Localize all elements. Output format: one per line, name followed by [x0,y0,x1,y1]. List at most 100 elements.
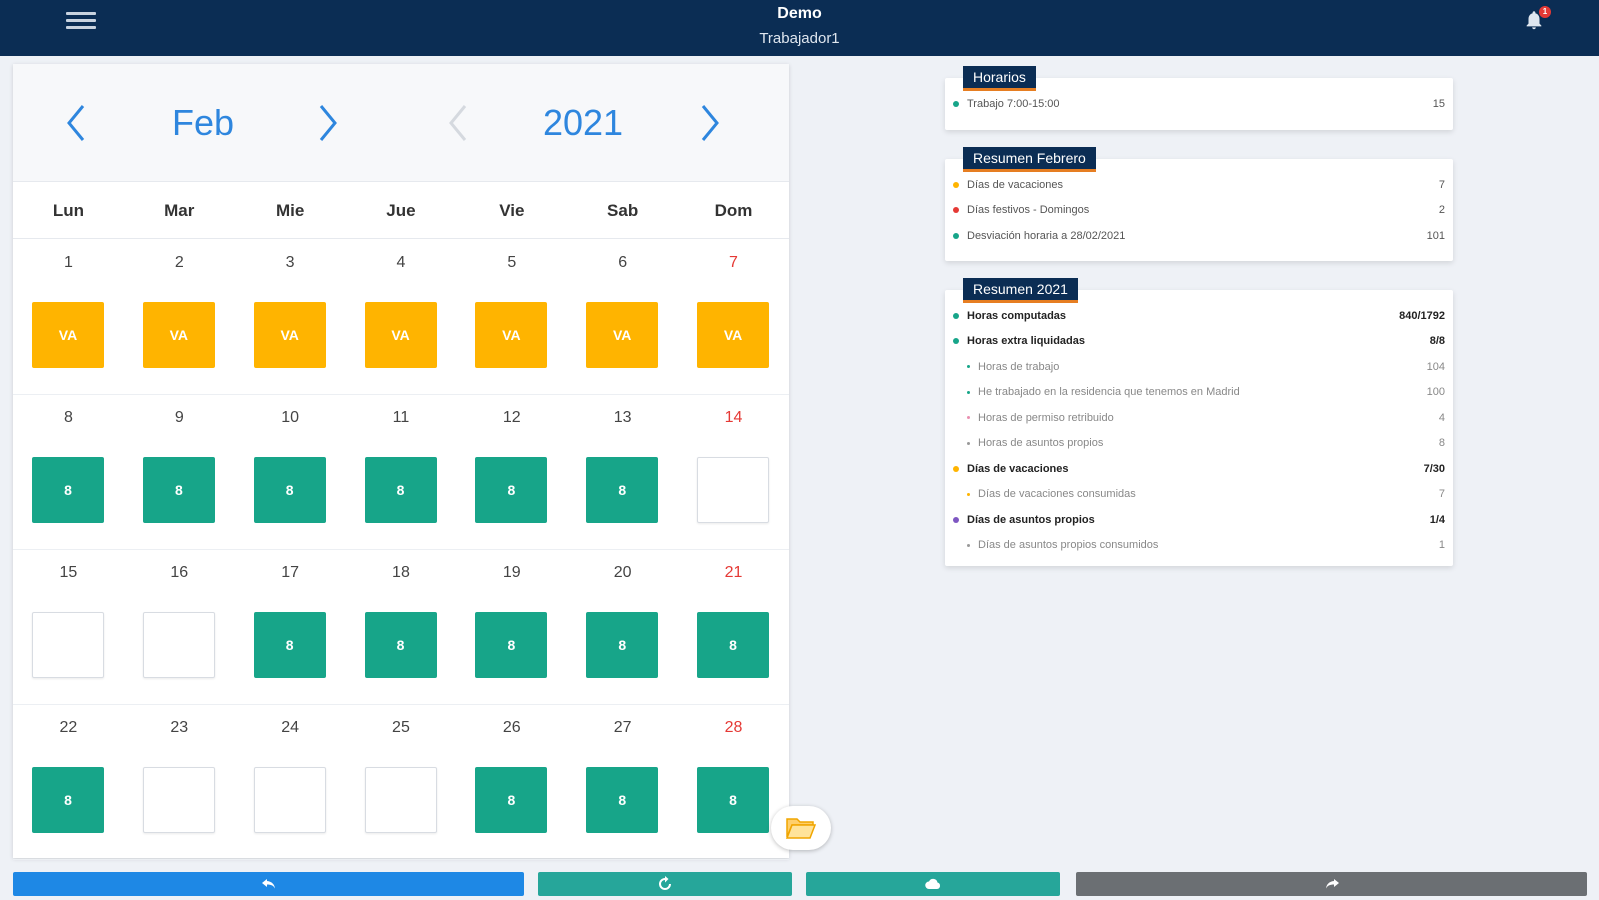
day-status-box[interactable]: 8 [364,612,437,678]
back-button[interactable] [13,872,524,896]
calendar-day[interactable]: 24 [235,705,346,859]
undo-arrow-icon [261,879,275,889]
next-year-button[interactable] [695,100,725,146]
calendar-day[interactable]: 15 [13,550,124,704]
day-status-box[interactable]: VA [142,302,215,368]
day-number: 2 [174,254,184,271]
summary-value: 840/1792 [1399,309,1445,322]
day-number: 6 [618,254,628,271]
day-status-box[interactable] [697,457,770,523]
summary-label: Desviación horaria a 28/02/2021 [967,229,1126,242]
calendar-day[interactable]: 13 8 [567,395,678,549]
day-status-box[interactable] [32,612,104,678]
calendar-week: 22 8 23 24 25 26 8 27 8 28 8 [13,705,789,860]
day-status-box[interactable]: 8 [586,612,659,678]
next-month-button[interactable] [313,100,343,146]
weekday-label: Vie [499,201,525,220]
weekday-label: Mie [275,201,305,220]
calendar-day[interactable]: 14 [678,395,789,549]
top-bar: Demo Trabajador1 1 [0,0,1599,56]
calendar-day[interactable]: 1 VA [13,240,124,394]
calendar-day[interactable]: 4 VA [346,240,457,394]
calendar-day[interactable]: 12 8 [456,395,567,549]
calendar-day[interactable]: 2 VA [124,240,235,394]
forward-button[interactable] [1076,872,1587,896]
calendar-day[interactable]: 22 8 [13,705,124,859]
day-status-box[interactable]: 8 [586,767,659,833]
bell-icon[interactable]: 1 [1523,6,1551,33]
user-name: Trabajador1 [759,30,840,47]
calendar-day[interactable]: 21 8 [678,550,789,704]
bullet-dot-icon [953,338,959,345]
day-status-box[interactable] [364,767,437,833]
day-status-box[interactable]: 8 [364,457,437,523]
bullet-dot-icon [953,516,959,523]
calendar-day[interactable]: 27 8 [567,705,678,859]
day-status-box[interactable]: 8 [475,457,548,523]
calendar-day[interactable]: 5 VA [456,240,567,394]
calendar-day[interactable]: 18 8 [346,550,457,704]
calendar-day[interactable]: 7 VA [678,240,789,394]
upload-button[interactable] [806,872,1060,896]
action-bar [13,872,1587,896]
day-status-box[interactable]: VA [32,302,104,368]
year-label: 2021 [542,102,624,143]
summary-label: Días festivos - Domingos [967,204,1090,217]
bullet-dot-icon [953,465,959,472]
day-status-box[interactable]: 8 [475,767,548,833]
month-label: Feb [171,102,235,143]
calendar-day[interactable]: 20 8 [567,550,678,704]
day-status-box[interactable]: VA [475,302,548,368]
day-status-box[interactable]: 8 [253,457,326,523]
day-status-box[interactable]: 8 [142,457,215,523]
refresh-icon [659,876,671,890]
calendar-day[interactable]: 88 [13,395,124,549]
day-number: 8 [63,409,73,426]
calendar-day[interactable]: 98 [124,395,235,549]
calendar-day[interactable]: 19 8 [456,550,567,704]
day-status-box[interactable]: 8 [32,767,104,833]
app-title: Demo [777,5,822,22]
calendar-day[interactable]: 16 [124,550,235,704]
calendar-day[interactable]: 10 8 [235,395,346,549]
calendar-week: 8 8 9 8 10 8 11 8 12 8 13 8 14 [13,395,789,550]
day-number: 14 [724,409,743,426]
summary-row: Horas de asuntos propios 8 [953,431,1445,457]
bullet-dot-icon [953,312,959,319]
summary-row: Horas extra liquidadas 8/8 [953,329,1445,355]
notification-badge: 1 [1539,6,1551,18]
day-number: 22 [59,719,78,736]
prev-year-button[interactable] [443,100,473,146]
calendar-day[interactable]: 6 VA [567,240,678,394]
summary-label: Horas de permiso retribuido [978,411,1114,424]
day-status-box[interactable]: 8 [586,457,659,523]
refresh-button[interactable] [538,872,792,896]
calendar-day[interactable]: 17 8 [235,550,346,704]
day-status-box[interactable] [142,767,215,833]
folder-open-icon[interactable] [771,806,831,850]
day-status-box[interactable]: 8 [32,457,104,523]
day-status-box[interactable]: 8 [697,767,770,833]
day-status-box[interactable]: VA [253,302,326,368]
day-status-box[interactable]: VA [697,302,770,368]
day-status-box[interactable]: 8 [253,612,326,678]
day-number: 15 [59,564,78,581]
calendar-day[interactable]: 3 VA [235,240,346,394]
day-status-box[interactable]: VA [586,302,659,368]
day-status-box[interactable]: 8 [697,612,770,678]
day-status-box[interactable] [142,612,215,678]
bullet-dot-icon [953,232,959,239]
day-status-box[interactable]: VA [364,302,437,368]
bullet-dot-icon [967,390,970,394]
calendar-day[interactable]: 25 [346,705,457,859]
day-status-box[interactable] [253,767,326,833]
prev-month-button[interactable] [61,100,91,146]
calendar-day[interactable]: 11 8 [346,395,457,549]
day-status-box[interactable]: 8 [475,612,548,678]
calendar-day[interactable]: 26 8 [456,705,567,859]
calendar-day[interactable]: 23 [124,705,235,859]
day-number: 16 [170,564,189,581]
summary-row: Días de asuntos propios 1/4 [953,507,1445,533]
summary-label: Horas de asuntos propios [978,437,1104,450]
bullet-dot-icon [953,100,959,107]
